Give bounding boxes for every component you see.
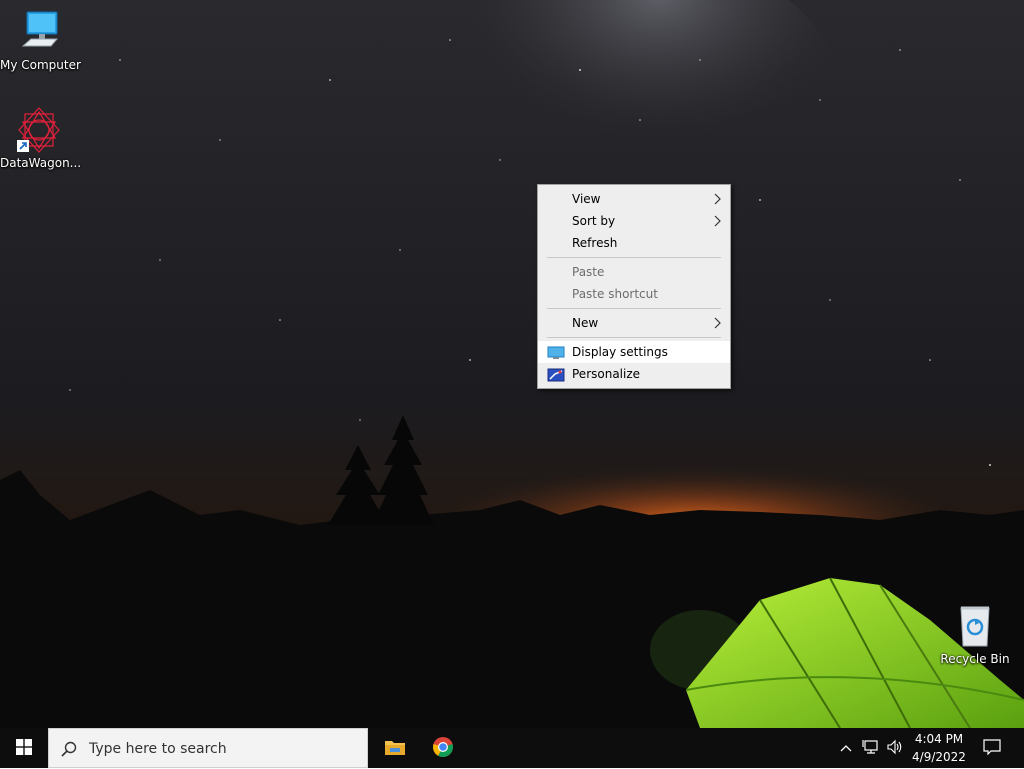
taskbar-file-explorer[interactable] xyxy=(372,728,418,768)
menu-item-paste[interactable]: Paste xyxy=(538,261,730,283)
search-placeholder: Type here to search xyxy=(89,741,227,757)
menu-item-refresh[interactable]: Refresh xyxy=(538,232,730,254)
windows-logo-icon xyxy=(16,738,32,758)
menu-item-personalize[interactable]: Personalize xyxy=(538,363,730,385)
taskbar-clock[interactable]: 4:04 PM 4/9/2022 xyxy=(910,728,968,768)
menu-item-display-settings[interactable]: Display settings xyxy=(538,341,730,363)
desktop-icon-recycle-bin[interactable]: Recycle Bin xyxy=(936,602,1014,667)
desktop-icon-datawagon[interactable]: DataWagon... xyxy=(0,106,82,171)
menu-item-label: Sort by xyxy=(572,214,616,228)
network-status-button[interactable] xyxy=(860,728,882,768)
menu-separator xyxy=(547,337,721,338)
action-center-button[interactable] xyxy=(976,728,1008,768)
recycle-bin-icon xyxy=(951,602,999,650)
menu-item-new[interactable]: New xyxy=(538,312,730,334)
menu-item-label: New xyxy=(572,316,599,330)
chrome-icon xyxy=(432,736,454,761)
chevron-up-icon xyxy=(840,741,852,755)
clock-date: 4/9/2022 xyxy=(912,750,966,764)
menu-item-paste-shortcut[interactable]: Paste shortcut xyxy=(538,283,730,305)
menu-item-label: Paste xyxy=(572,265,605,279)
folder-icon xyxy=(384,738,406,759)
taskbar-chrome[interactable] xyxy=(420,728,466,768)
volume-icon xyxy=(886,739,904,758)
display-icon xyxy=(547,345,565,359)
start-button[interactable] xyxy=(0,728,48,768)
search-icon xyxy=(61,741,77,760)
desktop-wallpaper[interactable] xyxy=(0,0,1024,728)
desktop-context-menu: View Sort by Refresh Paste Paste shortcu… xyxy=(537,184,731,389)
desktop-icon-my-computer[interactable]: My Computer xyxy=(0,8,81,73)
taskbar: Type here to search 4:04 PM 4/9/2022 xyxy=(0,728,1024,768)
chevron-right-icon xyxy=(714,312,721,334)
personalize-icon xyxy=(547,367,565,382)
chevron-right-icon xyxy=(714,210,721,232)
menu-item-view[interactable]: View xyxy=(538,188,730,210)
network-icon xyxy=(862,739,880,758)
desktop-icon-label: DataWagon... xyxy=(0,156,82,170)
datawagon-icon xyxy=(15,106,63,154)
computer-icon xyxy=(15,8,63,56)
menu-item-label: Personalize xyxy=(572,367,641,381)
clock-time: 4:04 PM xyxy=(914,732,964,746)
notification-icon xyxy=(983,738,1001,758)
taskbar-search-box[interactable]: Type here to search xyxy=(48,728,368,768)
menu-item-label: Paste shortcut xyxy=(572,287,658,301)
menu-separator xyxy=(547,257,721,258)
chevron-right-icon xyxy=(714,188,721,210)
menu-separator xyxy=(547,308,721,309)
volume-button[interactable] xyxy=(884,728,906,768)
desktop-icon-label: My Computer xyxy=(0,58,81,72)
menu-item-label: View xyxy=(572,192,601,206)
menu-item-label: Refresh xyxy=(572,236,618,250)
menu-item-label: Display settings xyxy=(572,345,668,359)
menu-item-sort-by[interactable]: Sort by xyxy=(538,210,730,232)
show-hidden-icons-button[interactable] xyxy=(836,728,856,768)
desktop-icon-label: Recycle Bin xyxy=(940,652,1010,666)
